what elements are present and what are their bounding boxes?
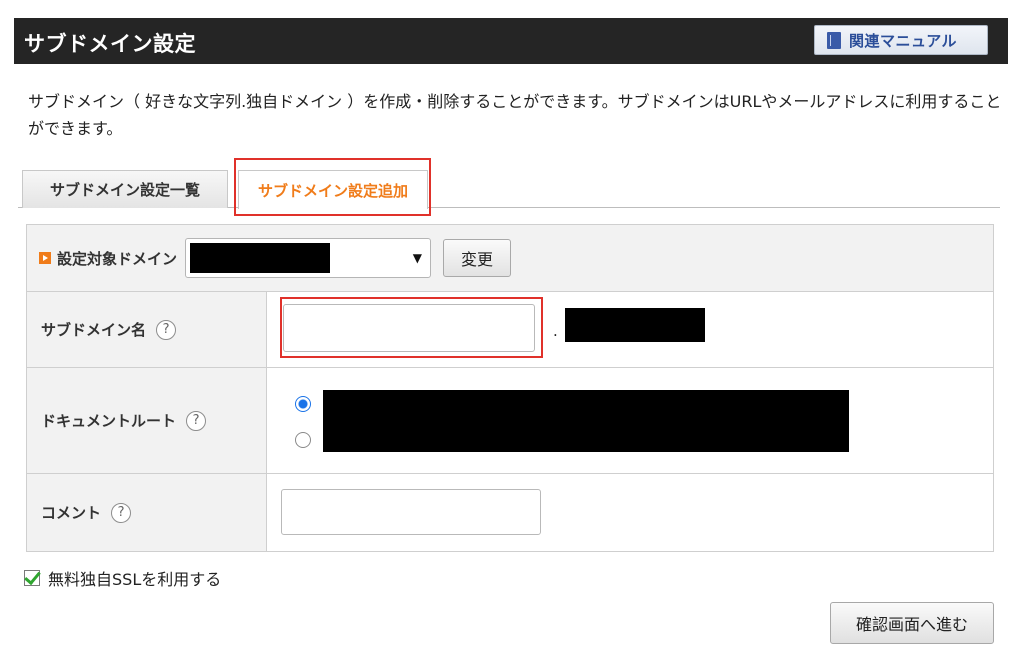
tab-subdomain-add[interactable]: サブドメイン設定追加 xyxy=(238,170,428,209)
subdomain-name-row: サブドメイン名 ? . xyxy=(27,292,993,368)
target-domain-text: 設定対象ドメイン xyxy=(57,249,178,268)
document-root-label: ドキュメントルート ? xyxy=(27,368,267,473)
subdomain-name-cell: . xyxy=(267,292,993,367)
free-ssl-option[interactable]: 無料独自SSLを利用する xyxy=(24,566,221,590)
redacted-domain-suffix xyxy=(565,308,705,342)
redacted-docroot-paths xyxy=(323,390,849,452)
tab-bar: サブドメイン設定一覧 サブドメイン設定追加 xyxy=(18,160,1000,209)
subdomain-name-label: サブドメイン名 ? xyxy=(27,292,267,367)
docroot-radio-option-1[interactable] xyxy=(295,396,311,412)
comment-label: コメント ? xyxy=(27,474,267,551)
document-root-cell xyxy=(267,368,993,473)
target-domain-label: 設定対象ドメイン xyxy=(39,248,177,269)
subdomain-name-input[interactable] xyxy=(283,304,535,352)
tab-subdomain-list[interactable]: サブドメイン設定一覧 xyxy=(22,170,228,208)
subdomain-name-text: サブドメイン名 xyxy=(41,321,147,339)
comment-input[interactable] xyxy=(281,489,541,535)
change-button[interactable]: 変更 xyxy=(443,239,512,277)
book-icon xyxy=(827,31,841,49)
related-manual-button[interactable]: 関連マニュアル xyxy=(814,25,988,55)
page-header: サブドメイン設定 関連マニュアル xyxy=(14,18,1008,64)
subdomain-form: 設定対象ドメイン ▼ 変更 サブドメイン名 ? . ドキュメントルート ? コメ… xyxy=(26,224,994,552)
document-root-row: ドキュメントルート ? xyxy=(27,368,993,474)
page-description: サブドメイン（ 好きな文字列.独自ドメイン ）を作成・削除することができます。サ… xyxy=(28,92,1002,138)
related-manual-label: 関連マニュアル xyxy=(849,31,958,50)
comment-cell xyxy=(267,474,993,551)
domain-separator: . xyxy=(553,322,558,340)
help-icon[interactable]: ? xyxy=(186,410,207,431)
chevron-down-icon: ▼ xyxy=(412,251,423,265)
redacted-domain xyxy=(190,243,331,273)
comment-row: コメント ? xyxy=(27,474,993,551)
help-icon[interactable]: ? xyxy=(156,319,177,340)
arrow-right-icon xyxy=(39,252,51,264)
domain-select-row: 設定対象ドメイン ▼ 変更 xyxy=(27,225,993,292)
document-root-text: ドキュメントルート xyxy=(41,412,177,430)
comment-text: コメント xyxy=(41,504,102,522)
checkbox-checked-icon[interactable] xyxy=(24,570,40,586)
domain-select[interactable]: ▼ xyxy=(185,238,432,278)
help-icon[interactable]: ? xyxy=(111,502,132,523)
free-ssl-label: 無料独自SSLを利用する xyxy=(48,570,222,589)
confirm-button[interactable]: 確認画面へ進む xyxy=(830,602,994,644)
page-title: サブドメイン設定 xyxy=(24,32,196,56)
docroot-radio-option-2[interactable] xyxy=(295,432,311,448)
